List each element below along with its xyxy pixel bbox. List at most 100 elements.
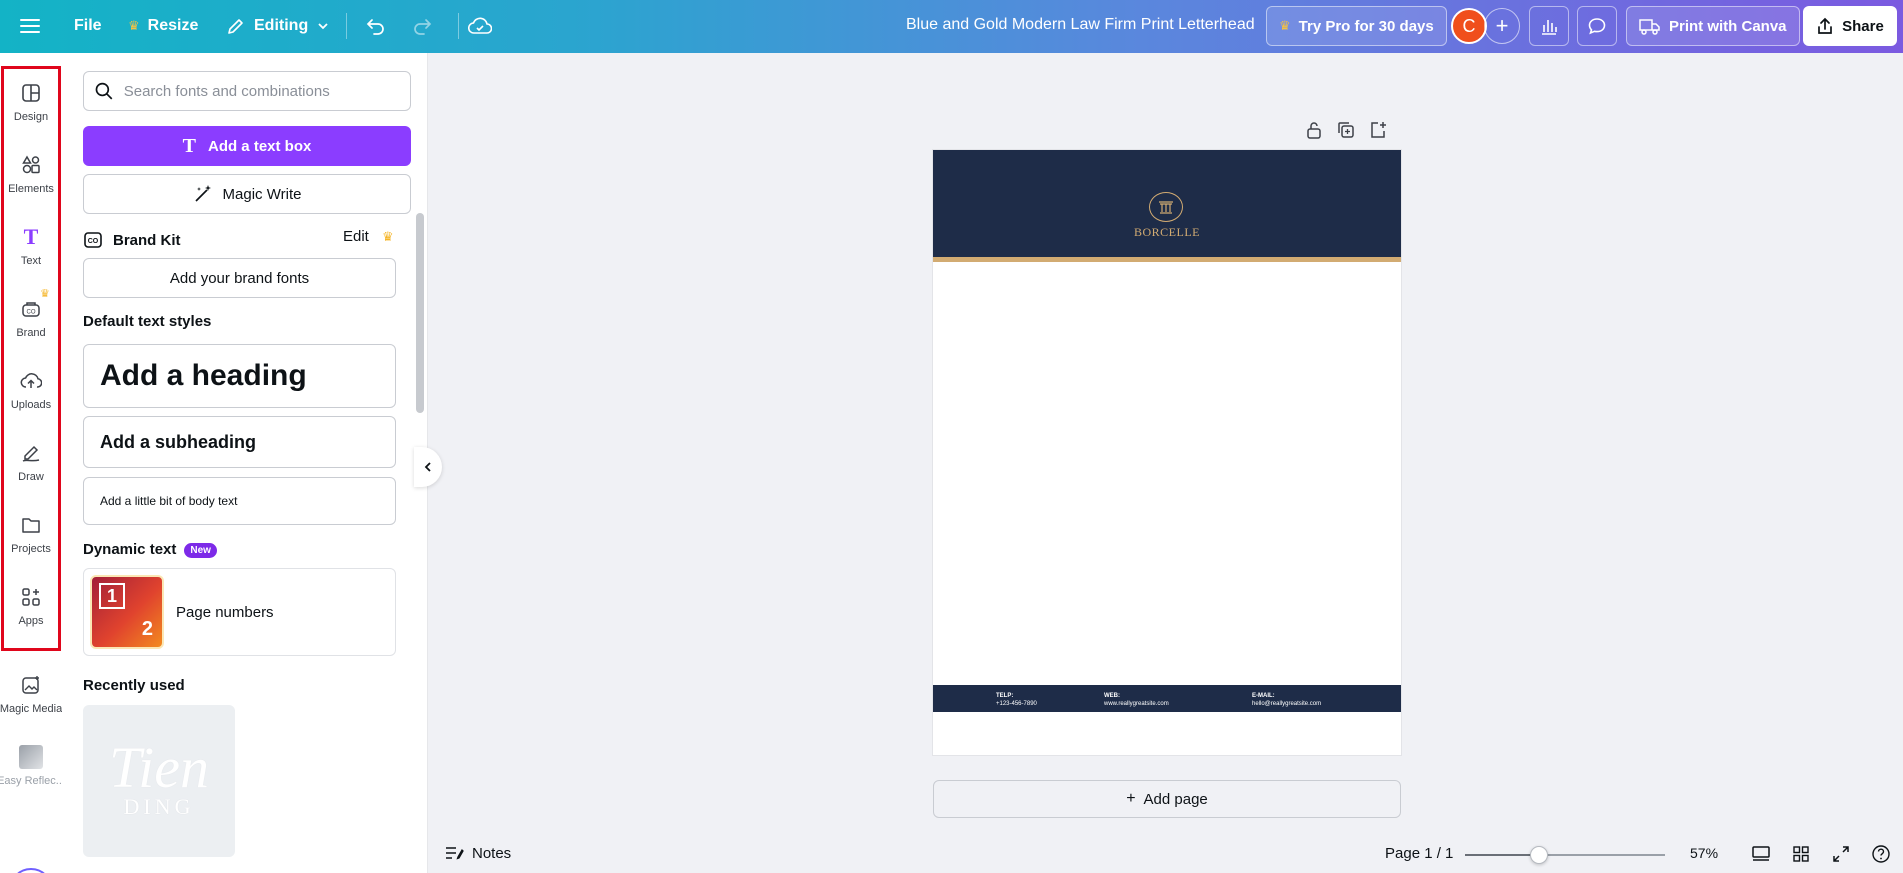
brand-kit-title: Brand Kit <box>113 231 181 249</box>
print-with-canva-button[interactable]: Print with Canva <box>1626 6 1800 46</box>
try-pro-button[interactable]: ♛ Try Pro for 30 days <box>1266 6 1447 46</box>
footer-phone-label: TELP: <box>996 693 1014 699</box>
editing-mode-button[interactable]: Editing <box>216 8 340 44</box>
rail-item-label: Uploads <box>10 399 52 411</box>
text-icon: T <box>182 134 196 157</box>
chevron-down-icon <box>318 23 328 30</box>
letterhead-gold-stripe <box>933 257 1401 262</box>
resize-label: Resize <box>147 17 199 34</box>
cloud-save-icon[interactable] <box>462 8 498 44</box>
rail-item-label: Brand <box>16 327 46 339</box>
add-body-text-style[interactable]: Add a little bit of body text <box>83 477 396 525</box>
font-search-box[interactable] <box>83 71 411 111</box>
file-menu-button[interactable]: File <box>64 8 112 44</box>
crown-icon: ♛ <box>382 229 394 244</box>
magic-wand-icon <box>194 185 211 202</box>
apps-icon <box>19 585 43 609</box>
menu-icon[interactable] <box>12 8 48 44</box>
footer-email: E-MAIL: hello@reallygreatsite.com <box>1252 692 1321 708</box>
rail-item-draw[interactable]: Draw <box>0 429 62 495</box>
share-button[interactable]: Share <box>1803 6 1897 46</box>
brand-kit-edit-link[interactable]: Edit <box>343 228 369 245</box>
rail-item-text[interactable]: T Text <box>0 213 62 279</box>
recent-text-thumbnail[interactable]: Tien DING <box>83 705 235 857</box>
default-text-styles-title: Default text styles <box>83 313 212 330</box>
magic-write-label: Magic Write <box>222 185 302 203</box>
zoom-slider-handle[interactable] <box>1530 846 1548 864</box>
invite-plus-icon[interactable]: + <box>1484 8 1520 44</box>
rail-item-label: Easy Reflec... <box>0 775 65 787</box>
magic-write-button[interactable]: Magic Write <box>83 174 411 214</box>
collapse-panel-button[interactable] <box>414 447 442 487</box>
comments-button[interactable] <box>1577 6 1617 46</box>
file-label: File <box>74 17 102 34</box>
letterhead-page[interactable]: BORCELLE TELP: +123-456-7890 WEB: www.re… <box>933 150 1401 755</box>
rail-item-elements[interactable]: Elements <box>0 141 62 207</box>
duplicate-page-icon[interactable] <box>1336 120 1356 140</box>
letterhead-footer-band: TELP: +123-456-7890 WEB: www.reallygreat… <box>933 685 1401 712</box>
share-icon <box>1818 17 1832 34</box>
text-icon: T <box>19 224 43 249</box>
rail-item-magic-media[interactable]: Magic Media <box>0 661 62 727</box>
uploads-icon <box>19 369 43 393</box>
redo-icon[interactable] <box>404 8 440 44</box>
help-icon[interactable] <box>1870 843 1892 865</box>
insights-button[interactable] <box>1529 6 1569 46</box>
add-text-box-button[interactable]: T Add a text box <box>83 126 411 166</box>
page-indicator[interactable]: Page 1 / 1 <box>1385 845 1453 862</box>
magic-assistant-button[interactable] <box>9 868 53 873</box>
comment-icon <box>1588 18 1606 35</box>
rail-item-apps[interactable]: Apps <box>0 573 62 639</box>
page-number-two: 2 <box>141 618 153 640</box>
design-icon <box>19 81 43 105</box>
rail-item-label: Elements <box>8 183 54 195</box>
lock-icon[interactable] <box>1304 120 1324 140</box>
rail-item-uploads[interactable]: Uploads <box>0 357 62 423</box>
page-numbers-thumbnail: 1 2 <box>90 575 164 649</box>
draw-icon <box>19 441 43 465</box>
add-page-button[interactable]: + Add page <box>933 780 1401 818</box>
footer-email-value: hello@reallygreatsite.com <box>1252 701 1322 707</box>
easy-reflection-icon <box>19 745 43 769</box>
dynamic-text-label: Dynamic text <box>83 541 177 558</box>
add-heading-style[interactable]: Add a heading <box>83 344 396 408</box>
rail-item-brand[interactable]: CO Brand <box>0 285 62 351</box>
crown-icon: ♛ <box>128 18 140 33</box>
rail-item-design[interactable]: Design <box>0 69 62 135</box>
svg-text:CO: CO <box>88 238 99 245</box>
avatar[interactable]: C <box>1451 8 1487 44</box>
top-toolbar: File ♛ Resize Editing Blue and Gold Mode… <box>0 0 1903 53</box>
add-page-label: Add page <box>1143 790 1208 808</box>
add-subheading-style[interactable]: Add a subheading <box>83 416 396 468</box>
text-side-panel: T Add a text box Magic Write CO Brand Ki… <box>62 53 428 873</box>
grid-view-icon[interactable] <box>1790 843 1812 865</box>
search-input[interactable] <box>123 82 400 100</box>
try-pro-label: Try Pro for 30 days <box>1298 17 1434 35</box>
rail-item-label: Projects <box>11 543 51 555</box>
zoom-slider-track[interactable] <box>1465 846 1665 864</box>
toolbar-divider <box>458 13 459 39</box>
add-page-icon[interactable] <box>1368 120 1388 140</box>
rail-item-easy-reflection[interactable]: Easy Reflec... <box>0 733 65 799</box>
footer-web-label: WEB: <box>1104 693 1120 699</box>
add-text-box-label: Add a text box <box>207 137 312 155</box>
footer-email-label: E-MAIL: <box>1252 693 1275 699</box>
chevron-left-icon <box>424 462 431 472</box>
crown-icon: ♛ <box>1279 18 1291 33</box>
rail-item-label: Text <box>20 255 42 267</box>
search-icon <box>95 82 113 100</box>
document-title[interactable]: Blue and Gold Modern Law Firm Print Lett… <box>906 16 1255 34</box>
fullscreen-icon[interactable] <box>1830 843 1852 865</box>
page-numbers-card[interactable]: 1 2 Page numbers <box>83 568 396 656</box>
page-number-one: 1 <box>99 583 125 609</box>
left-nav-rail: Design Elements T Text CO Brand Uploads … <box>0 53 65 873</box>
page-numbers-label: Page numbers <box>176 603 274 621</box>
notes-button[interactable]: Notes <box>444 844 511 862</box>
resize-button[interactable]: ♛ Resize <box>118 8 208 44</box>
add-brand-fonts-button[interactable]: Add your brand fonts <box>83 258 396 298</box>
page-view-icon[interactable] <box>1750 843 1772 865</box>
undo-icon[interactable] <box>358 8 394 44</box>
rail-item-projects[interactable]: Projects <box>0 501 62 567</box>
zoom-level[interactable]: 57% <box>1690 845 1718 861</box>
panel-scrollbar[interactable] <box>416 213 424 413</box>
